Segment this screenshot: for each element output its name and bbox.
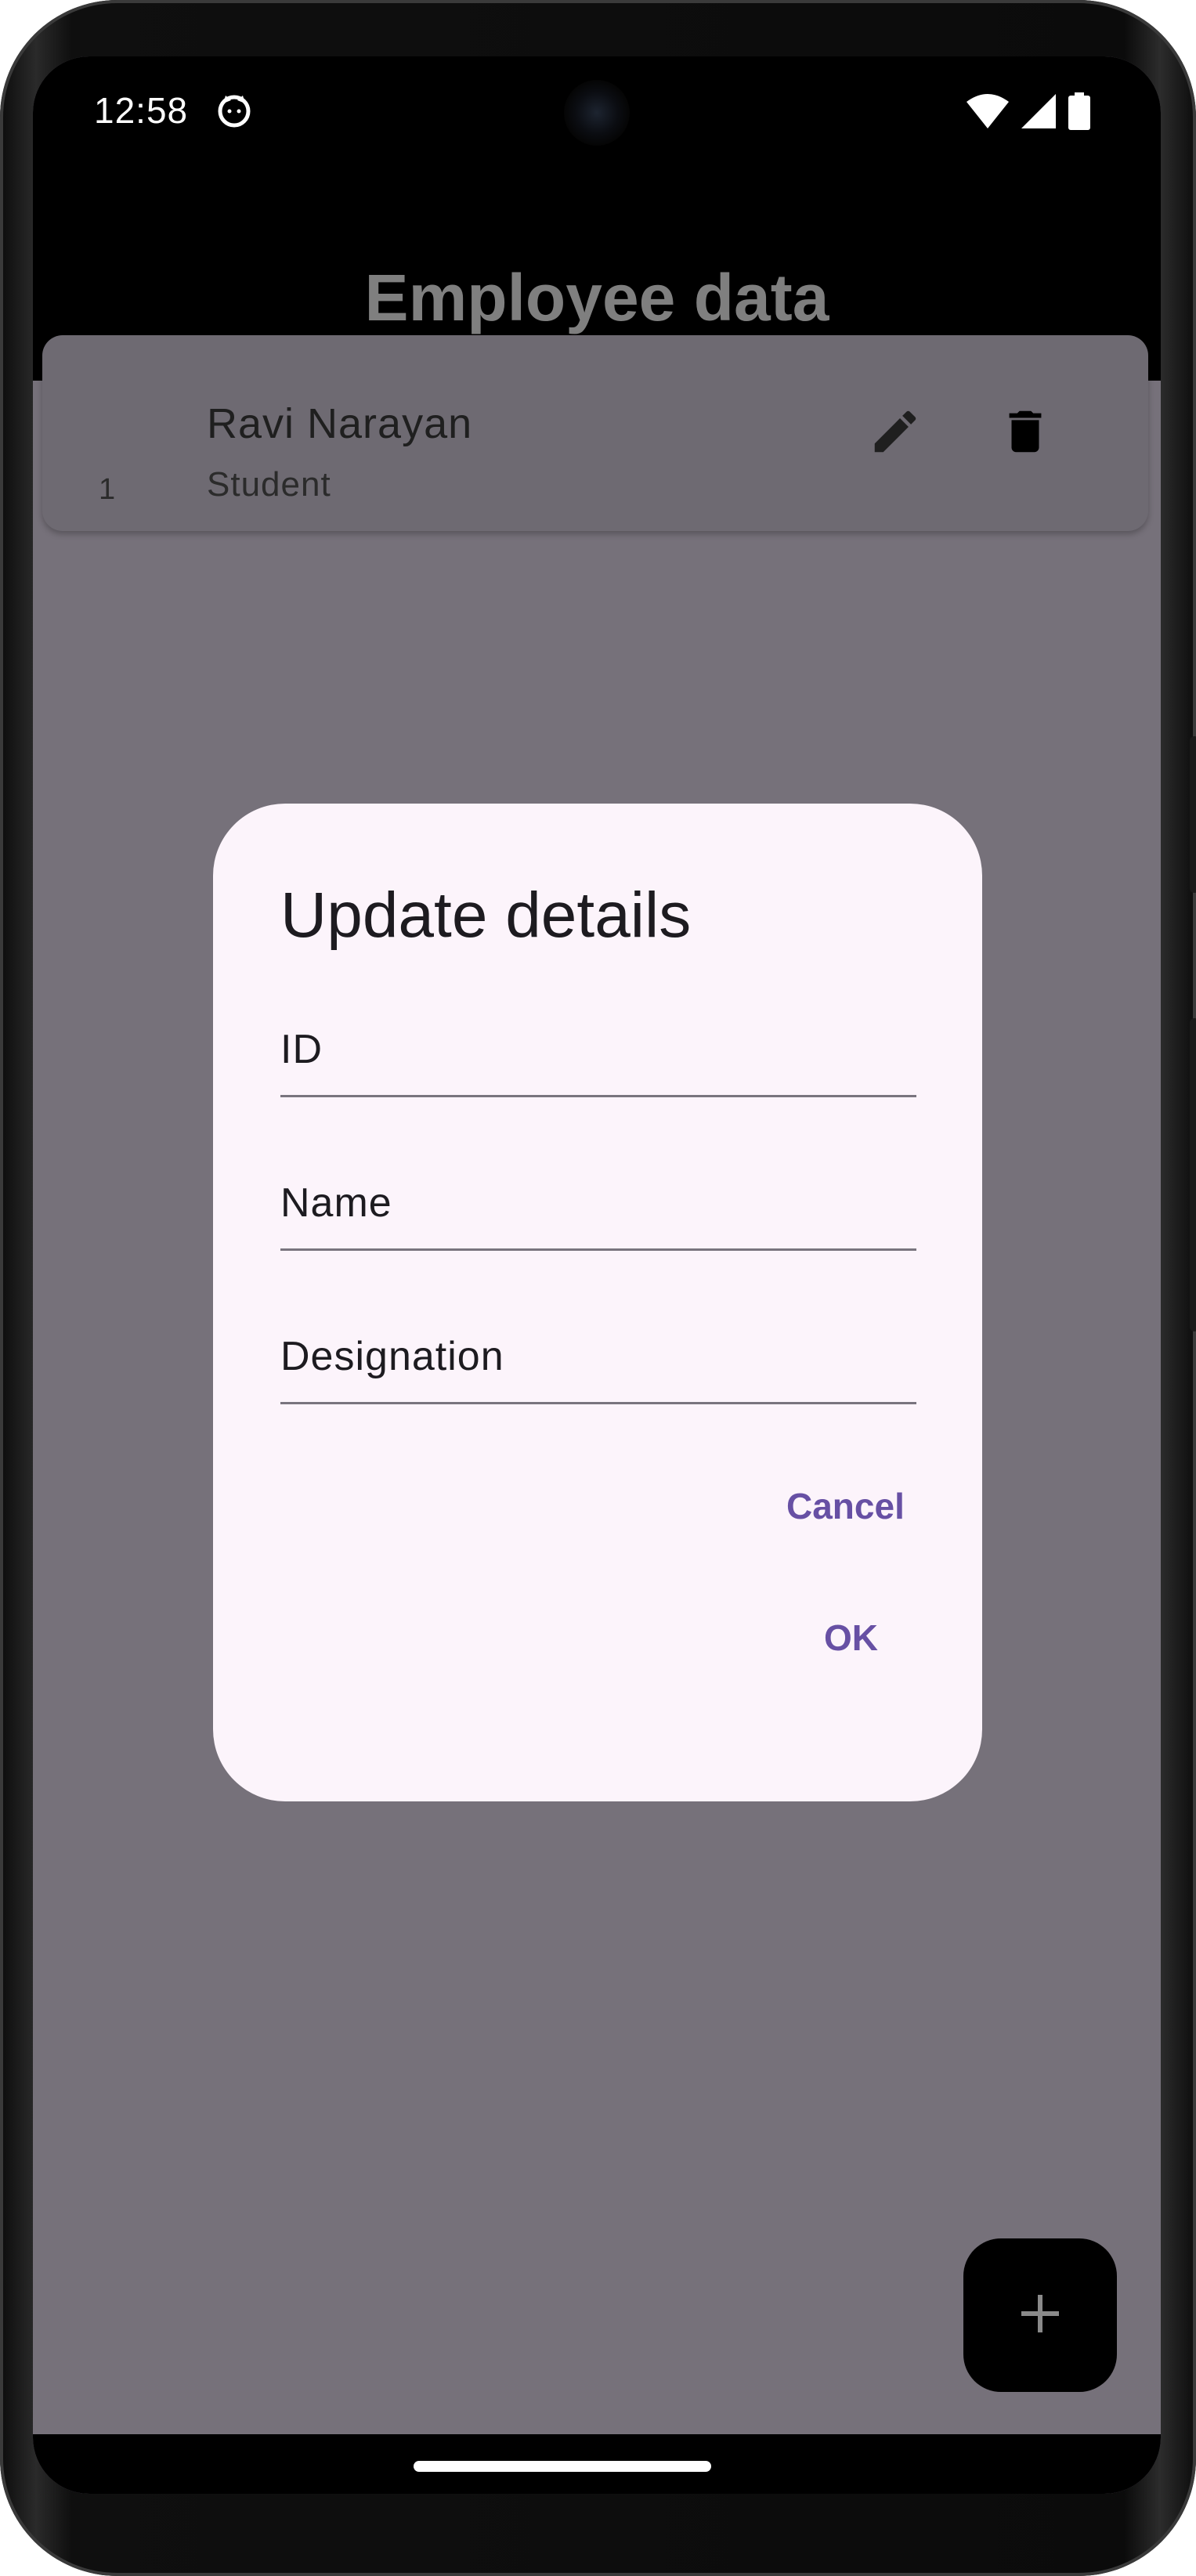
status-bar: 12:58 bbox=[33, 56, 1161, 174]
delete-button[interactable] bbox=[990, 398, 1061, 468]
designation-field-label: Designation bbox=[280, 1334, 504, 1379]
status-time: 12:58 bbox=[94, 90, 189, 131]
delete-icon bbox=[998, 404, 1053, 463]
edit-button[interactable] bbox=[860, 398, 930, 468]
app-title: Employee data bbox=[364, 261, 829, 334]
screen: 12:58 Employee data 1 Ravi Narayan Stude… bbox=[33, 56, 1161, 2494]
volume-button bbox=[1190, 736, 1196, 893]
employee-name: Ravi Narayan bbox=[207, 400, 473, 447]
ok-button[interactable]: OK bbox=[808, 1604, 894, 1671]
cancel-button[interactable]: Cancel bbox=[771, 1472, 920, 1540]
update-dialog: Update details ID Name Designation Cance… bbox=[213, 804, 982, 1801]
dialog-title: Update details bbox=[280, 880, 692, 951]
cat-notification-icon bbox=[216, 92, 252, 128]
id-field[interactable]: ID bbox=[280, 1001, 916, 1097]
employee-id: 1 bbox=[99, 473, 116, 506]
home-indicator[interactable] bbox=[414, 2461, 711, 2472]
name-field-label: Name bbox=[280, 1180, 392, 1226]
power-button bbox=[1190, 1018, 1196, 1331]
status-icons bbox=[967, 92, 1090, 134]
list-item[interactable]: 1 Ravi Narayan Student bbox=[42, 335, 1148, 531]
employee-designation: Student bbox=[207, 465, 331, 504]
phone-frame: 12:58 Employee data 1 Ravi Narayan Stude… bbox=[0, 0, 1196, 2576]
battery-icon bbox=[1068, 92, 1090, 134]
id-field-label: ID bbox=[280, 1027, 323, 1072]
front-camera bbox=[564, 80, 630, 146]
add-employee-button[interactable] bbox=[963, 2238, 1117, 2392]
add-icon bbox=[1018, 2292, 1062, 2339]
name-field[interactable]: Name bbox=[280, 1154, 916, 1251]
wifi-icon bbox=[967, 94, 1009, 132]
designation-field[interactable]: Designation bbox=[280, 1308, 916, 1404]
edit-icon bbox=[868, 404, 923, 463]
signal-icon bbox=[1021, 94, 1056, 132]
